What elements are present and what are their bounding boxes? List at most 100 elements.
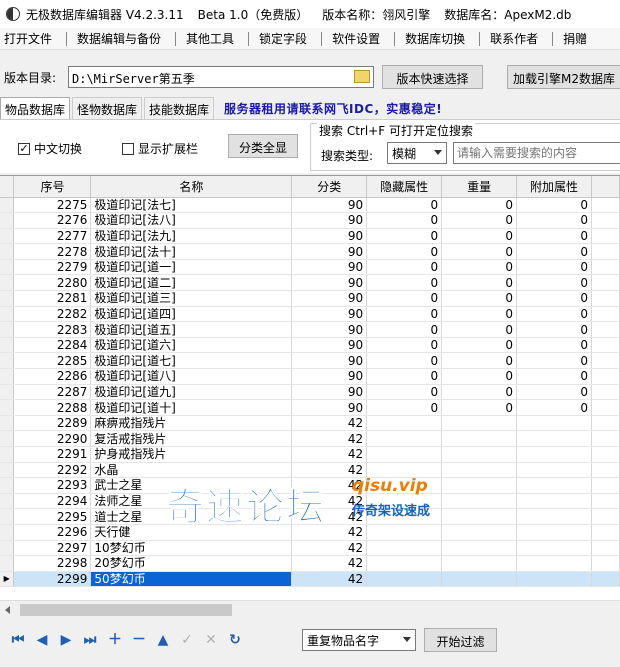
cell-hidden-attr[interactable]: 0 xyxy=(366,259,443,276)
table-row[interactable]: 2277 极道印记[法九] 90 0 0 0 xyxy=(0,228,620,245)
cell-extra-attr[interactable]: 0 xyxy=(516,259,592,276)
header-seq[interactable]: 序号 xyxy=(13,176,92,198)
cell-seq[interactable]: 2281 xyxy=(13,290,92,307)
table-row[interactable]: 2287 极道印记[道九] 90 0 0 0 xyxy=(0,384,620,401)
cell-hidden-attr[interactable]: 0 xyxy=(366,228,443,245)
table-row[interactable]: 2286 极道印记[道八] 90 0 0 0 xyxy=(0,368,620,385)
refresh-icon[interactable]: ↻ xyxy=(227,632,243,648)
scroll-thumb[interactable] xyxy=(20,604,232,616)
row-indicator[interactable] xyxy=(0,524,15,541)
cell-extra-attr[interactable]: 0 xyxy=(516,243,592,260)
next-record-icon[interactable]: ▶ xyxy=(58,632,74,648)
tab-items[interactable]: 物品数据库 xyxy=(0,97,71,119)
header-name[interactable]: 名称 xyxy=(90,176,293,198)
table-row[interactable]: 2290 复活戒指残片 42 xyxy=(0,430,620,447)
cell-category[interactable]: 42 xyxy=(291,555,368,572)
cell-category[interactable]: 42 xyxy=(291,524,368,541)
table-row[interactable]: 2280 极道印记[道二] 90 0 0 0 xyxy=(0,274,620,292)
cell-name[interactable]: 武士之星 xyxy=(90,477,293,494)
cell-hidden-attr[interactable]: 0 xyxy=(366,399,443,416)
menu-db-switch[interactable]: 数据库切换 xyxy=(401,30,473,47)
cell-name[interactable]: 极道印记[法八] xyxy=(90,212,293,229)
cell-extra-attr[interactable]: 0 xyxy=(516,274,592,292)
row-indicator[interactable] xyxy=(0,555,15,572)
cell-weight[interactable]: 0 xyxy=(441,368,518,385)
table-row[interactable]: 2298 20梦幻币 42 xyxy=(0,555,620,572)
cell-extra-attr[interactable] xyxy=(516,430,592,447)
row-indicator[interactable] xyxy=(0,493,15,510)
cell-weight[interactable]: 0 xyxy=(441,321,518,338)
cell-seq[interactable]: 2289 xyxy=(13,415,92,432)
cell-hidden-attr[interactable] xyxy=(366,477,443,494)
load-engine-button[interactable]: 加载引擎M2数据库 xyxy=(507,65,620,89)
table-row[interactable]: 2279 极道印记[道一] 90 0 0 0 xyxy=(0,259,620,276)
cell-weight[interactable] xyxy=(441,477,518,494)
row-indicator[interactable] xyxy=(0,462,15,479)
cell-weight[interactable]: 0 xyxy=(441,352,518,370)
cell-seq[interactable]: 2288 xyxy=(13,399,92,416)
cell-weight[interactable] xyxy=(441,555,518,572)
cell-name[interactable]: 护身戒指残片 xyxy=(90,446,293,463)
cell-seq[interactable]: 2275 xyxy=(13,197,92,214)
chinese-switch-checkbox[interactable]: ✓ 中文切换 xyxy=(18,140,82,157)
cell-extra-attr[interactable] xyxy=(516,540,592,557)
delete-record-icon[interactable]: － xyxy=(131,632,147,648)
row-indicator[interactable] xyxy=(0,259,15,276)
cell-hidden-attr[interactable] xyxy=(366,508,443,525)
cell-category[interactable]: 90 xyxy=(291,384,368,401)
cell-weight[interactable]: 0 xyxy=(441,290,518,307)
cell-name[interactable]: 天行健 xyxy=(90,524,293,541)
header-extra-attr[interactable]: 附加属性 xyxy=(516,176,592,198)
cell-extra-attr[interactable] xyxy=(516,571,592,588)
cell-category[interactable]: 90 xyxy=(291,352,368,370)
cell-seq[interactable]: 2284 xyxy=(13,337,92,354)
row-indicator[interactable] xyxy=(0,321,15,338)
show-ext-checkbox[interactable]: 显示扩展栏 xyxy=(122,140,198,157)
cell-name[interactable]: 极道印记[道六] xyxy=(90,337,293,354)
show-all-categories-button[interactable]: 分类全显 xyxy=(228,134,298,158)
cell-extra-attr[interactable] xyxy=(516,415,592,432)
cell-hidden-attr[interactable]: 0 xyxy=(366,368,443,385)
folder-icon[interactable] xyxy=(354,70,370,83)
cell-name[interactable]: 20梦幻币 xyxy=(90,555,293,572)
edit-record-icon[interactable]: ▲ xyxy=(155,632,171,648)
cell-weight[interactable] xyxy=(441,430,518,447)
cell-weight[interactable] xyxy=(441,446,518,463)
row-indicator[interactable] xyxy=(0,508,15,525)
table-row[interactable]: 2289 麻痹戒指残片 42 xyxy=(0,415,620,432)
tab-monsters[interactable]: 怪物数据库 xyxy=(72,97,143,119)
cell-name[interactable]: 极道印记[道二] xyxy=(90,274,293,292)
cell-extra-attr[interactable]: 0 xyxy=(516,321,592,338)
cell-extra-attr[interactable] xyxy=(516,555,592,572)
cell-name[interactable]: 水晶 xyxy=(90,462,293,479)
row-indicator[interactable] xyxy=(0,384,15,401)
table-row[interactable]: 2276 极道印记[法八] 90 0 0 0 xyxy=(0,212,620,229)
row-indicator[interactable] xyxy=(0,430,15,447)
cell-hidden-attr[interactable] xyxy=(366,571,443,588)
cell-name[interactable]: 极道印记[法十] xyxy=(90,243,293,260)
cell-seq[interactable]: 2292 xyxy=(13,462,92,479)
cell-seq[interactable]: 2290 xyxy=(13,430,92,447)
cell-seq[interactable]: 2280 xyxy=(13,274,92,292)
cell-name[interactable]: 极道印记[道一] xyxy=(90,259,293,276)
cell-extra-attr[interactable]: 0 xyxy=(516,368,592,385)
cell-category[interactable]: 42 xyxy=(291,446,368,463)
row-indicator[interactable] xyxy=(0,368,15,385)
cell-name[interactable]: 极道印记[法七] xyxy=(90,197,293,214)
menu-edit-backup[interactable]: 数据编辑与备份 xyxy=(73,30,169,47)
prior-record-icon[interactable]: ◀ xyxy=(34,632,50,648)
cell-seq[interactable]: 2298 xyxy=(13,555,92,572)
cell-hidden-attr[interactable]: 0 xyxy=(366,352,443,370)
row-indicator[interactable] xyxy=(0,477,15,494)
insert-record-icon[interactable]: ＋ xyxy=(107,632,123,648)
cell-weight[interactable] xyxy=(441,524,518,541)
cell-category[interactable]: 42 xyxy=(291,571,368,588)
row-indicator[interactable] xyxy=(0,228,15,245)
row-indicator[interactable] xyxy=(0,212,15,229)
horizontal-scrollbar[interactable] xyxy=(0,600,620,618)
cell-name[interactable]: 极道印记[道八] xyxy=(90,368,293,385)
cell-weight[interactable]: 0 xyxy=(441,197,518,214)
cell-extra-attr[interactable] xyxy=(516,493,592,510)
table-row[interactable]: 2296 天行健 42 xyxy=(0,524,620,541)
cell-extra-attr[interactable]: 0 xyxy=(516,212,592,229)
